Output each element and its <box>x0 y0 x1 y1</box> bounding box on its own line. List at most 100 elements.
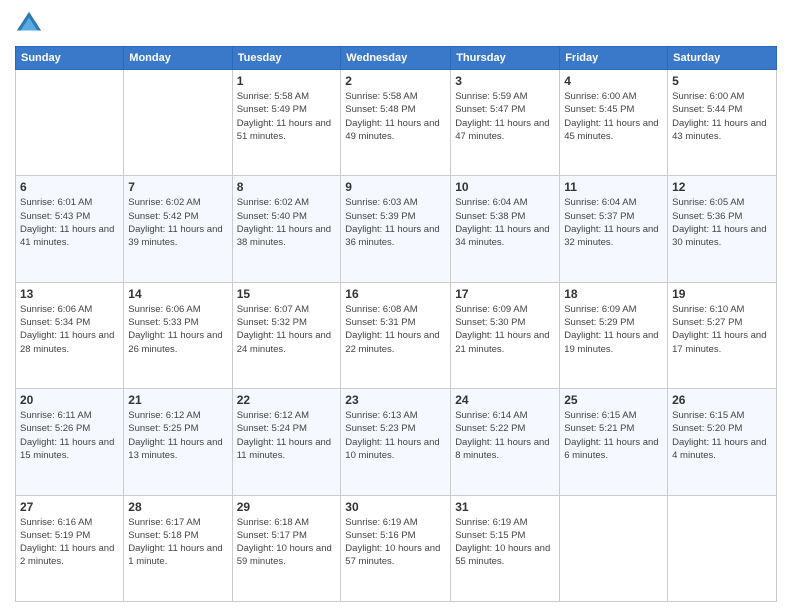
calendar-cell: 20 Sunrise: 6:11 AM Sunset: 5:26 PM Dayli… <box>16 389 124 495</box>
day-info: Sunrise: 6:00 AM Sunset: 5:45 PM Dayligh… <box>564 90 663 143</box>
day-info: Sunrise: 6:10 AM Sunset: 5:27 PM Dayligh… <box>672 303 772 356</box>
day-info: Sunrise: 6:04 AM Sunset: 5:38 PM Dayligh… <box>455 196 555 249</box>
day-number: 16 <box>345 287 446 301</box>
day-number: 9 <box>345 180 446 194</box>
day-number: 20 <box>20 393 119 407</box>
day-number: 22 <box>237 393 337 407</box>
day-number: 15 <box>237 287 337 301</box>
day-number: 21 <box>128 393 227 407</box>
day-info: Sunrise: 6:09 AM Sunset: 5:29 PM Dayligh… <box>564 303 663 356</box>
day-header-monday: Monday <box>124 47 232 70</box>
calendar-cell: 28 Sunrise: 6:17 AM Sunset: 5:18 PM Dayli… <box>124 495 232 601</box>
calendar-table: SundayMondayTuesdayWednesdayThursdayFrid… <box>15 46 777 602</box>
day-info: Sunrise: 6:11 AM Sunset: 5:26 PM Dayligh… <box>20 409 119 462</box>
day-number: 14 <box>128 287 227 301</box>
day-info: Sunrise: 6:06 AM Sunset: 5:33 PM Dayligh… <box>128 303 227 356</box>
day-number: 4 <box>564 74 663 88</box>
calendar-cell <box>560 495 668 601</box>
page: SundayMondayTuesdayWednesdayThursdayFrid… <box>0 0 792 612</box>
day-info: Sunrise: 6:02 AM Sunset: 5:42 PM Dayligh… <box>128 196 227 249</box>
day-number: 13 <box>20 287 119 301</box>
calendar-cell <box>16 70 124 176</box>
calendar-cell: 19 Sunrise: 6:10 AM Sunset: 5:27 PM Dayli… <box>668 282 777 388</box>
day-info: Sunrise: 6:06 AM Sunset: 5:34 PM Dayligh… <box>20 303 119 356</box>
calendar-cell: 8Sunrise: 6:02 AM Sunset: 5:40 PM Daylig… <box>232 176 341 282</box>
day-info: Sunrise: 6:04 AM Sunset: 5:37 PM Dayligh… <box>564 196 663 249</box>
calendar-cell: 16 Sunrise: 6:08 AM Sunset: 5:31 PM Dayli… <box>341 282 451 388</box>
day-info: Sunrise: 5:58 AM Sunset: 5:49 PM Dayligh… <box>237 90 337 143</box>
header <box>15 10 777 38</box>
day-number: 19 <box>672 287 772 301</box>
logo <box>15 10 47 38</box>
day-info: Sunrise: 5:58 AM Sunset: 5:48 PM Dayligh… <box>345 90 446 143</box>
calendar-cell: 25Sunrise: 6:15 AM Sunset: 5:21 PM Dayli… <box>560 389 668 495</box>
calendar-cell: 31 Sunrise: 6:19 AM Sunset: 5:15 PM Dayli… <box>451 495 560 601</box>
day-number: 17 <box>455 287 555 301</box>
calendar-cell: 7 Sunrise: 6:02 AM Sunset: 5:42 PM Daylig… <box>124 176 232 282</box>
day-number: 31 <box>455 500 555 514</box>
day-header-thursday: Thursday <box>451 47 560 70</box>
day-number: 2 <box>345 74 446 88</box>
day-header-sunday: Sunday <box>16 47 124 70</box>
day-header-friday: Friday <box>560 47 668 70</box>
day-info: Sunrise: 6:07 AM Sunset: 5:32 PM Dayligh… <box>237 303 337 356</box>
day-info: Sunrise: 6:17 AM Sunset: 5:18 PM Dayligh… <box>128 516 227 569</box>
calendar-cell: 15 Sunrise: 6:07 AM Sunset: 5:32 PM Dayli… <box>232 282 341 388</box>
calendar-cell: 23Sunrise: 6:13 AM Sunset: 5:23 PM Dayli… <box>341 389 451 495</box>
calendar-cell <box>124 70 232 176</box>
day-number: 30 <box>345 500 446 514</box>
calendar-cell: 30 Sunrise: 6:19 AM Sunset: 5:16 PM Dayli… <box>341 495 451 601</box>
calendar-cell: 5 Sunrise: 6:00 AM Sunset: 5:44 PM Daylig… <box>668 70 777 176</box>
calendar-cell: 1Sunrise: 5:58 AM Sunset: 5:49 PM Daylig… <box>232 70 341 176</box>
day-info: Sunrise: 5:59 AM Sunset: 5:47 PM Dayligh… <box>455 90 555 143</box>
day-number: 3 <box>455 74 555 88</box>
day-number: 6 <box>20 180 119 194</box>
calendar-cell <box>668 495 777 601</box>
calendar-cell: 14 Sunrise: 6:06 AM Sunset: 5:33 PM Dayli… <box>124 282 232 388</box>
days-header-row: SundayMondayTuesdayWednesdayThursdayFrid… <box>16 47 777 70</box>
calendar-cell: 24Sunrise: 6:14 AM Sunset: 5:22 PM Dayli… <box>451 389 560 495</box>
week-row-0: 1Sunrise: 5:58 AM Sunset: 5:49 PM Daylig… <box>16 70 777 176</box>
calendar-cell: 13 Sunrise: 6:06 AM Sunset: 5:34 PM Dayli… <box>16 282 124 388</box>
day-header-tuesday: Tuesday <box>232 47 341 70</box>
day-header-wednesday: Wednesday <box>341 47 451 70</box>
day-number: 28 <box>128 500 227 514</box>
calendar-cell: 18 Sunrise: 6:09 AM Sunset: 5:29 PM Dayli… <box>560 282 668 388</box>
calendar-cell: 12Sunrise: 6:05 AM Sunset: 5:36 PM Dayli… <box>668 176 777 282</box>
day-info: Sunrise: 6:08 AM Sunset: 5:31 PM Dayligh… <box>345 303 446 356</box>
day-number: 7 <box>128 180 227 194</box>
day-info: Sunrise: 6:14 AM Sunset: 5:22 PM Dayligh… <box>455 409 555 462</box>
day-info: Sunrise: 6:19 AM Sunset: 5:15 PM Dayligh… <box>455 516 555 569</box>
day-info: Sunrise: 6:09 AM Sunset: 5:30 PM Dayligh… <box>455 303 555 356</box>
day-number: 18 <box>564 287 663 301</box>
day-info: Sunrise: 6:12 AM Sunset: 5:25 PM Dayligh… <box>128 409 227 462</box>
day-header-saturday: Saturday <box>668 47 777 70</box>
calendar-cell: 17 Sunrise: 6:09 AM Sunset: 5:30 PM Dayli… <box>451 282 560 388</box>
day-info: Sunrise: 6:18 AM Sunset: 5:17 PM Dayligh… <box>237 516 337 569</box>
day-number: 29 <box>237 500 337 514</box>
day-info: Sunrise: 6:19 AM Sunset: 5:16 PM Dayligh… <box>345 516 446 569</box>
calendar-cell: 10 Sunrise: 6:04 AM Sunset: 5:38 PM Dayli… <box>451 176 560 282</box>
week-row-4: 27 Sunrise: 6:16 AM Sunset: 5:19 PM Dayli… <box>16 495 777 601</box>
day-number: 25 <box>564 393 663 407</box>
week-row-2: 13 Sunrise: 6:06 AM Sunset: 5:34 PM Dayli… <box>16 282 777 388</box>
calendar-cell: 21 Sunrise: 6:12 AM Sunset: 5:25 PM Dayli… <box>124 389 232 495</box>
day-number: 26 <box>672 393 772 407</box>
calendar-cell: 26Sunrise: 6:15 AM Sunset: 5:20 PM Dayli… <box>668 389 777 495</box>
day-info: Sunrise: 6:13 AM Sunset: 5:23 PM Dayligh… <box>345 409 446 462</box>
calendar-cell: 6Sunrise: 6:01 AM Sunset: 5:43 PM Daylig… <box>16 176 124 282</box>
week-row-3: 20 Sunrise: 6:11 AM Sunset: 5:26 PM Dayli… <box>16 389 777 495</box>
day-number: 12 <box>672 180 772 194</box>
day-info: Sunrise: 6:00 AM Sunset: 5:44 PM Dayligh… <box>672 90 772 143</box>
calendar-cell: 4 Sunrise: 6:00 AM Sunset: 5:45 PM Daylig… <box>560 70 668 176</box>
day-number: 27 <box>20 500 119 514</box>
day-number: 5 <box>672 74 772 88</box>
day-number: 10 <box>455 180 555 194</box>
calendar-cell: 2 Sunrise: 5:58 AM Sunset: 5:48 PM Daylig… <box>341 70 451 176</box>
day-number: 8 <box>237 180 337 194</box>
day-info: Sunrise: 6:12 AM Sunset: 5:24 PM Dayligh… <box>237 409 337 462</box>
calendar-cell: 22 Sunrise: 6:12 AM Sunset: 5:24 PM Dayli… <box>232 389 341 495</box>
day-info: Sunrise: 6:16 AM Sunset: 5:19 PM Dayligh… <box>20 516 119 569</box>
calendar-cell: 9Sunrise: 6:03 AM Sunset: 5:39 PM Daylig… <box>341 176 451 282</box>
calendar-cell: 3 Sunrise: 5:59 AM Sunset: 5:47 PM Daylig… <box>451 70 560 176</box>
